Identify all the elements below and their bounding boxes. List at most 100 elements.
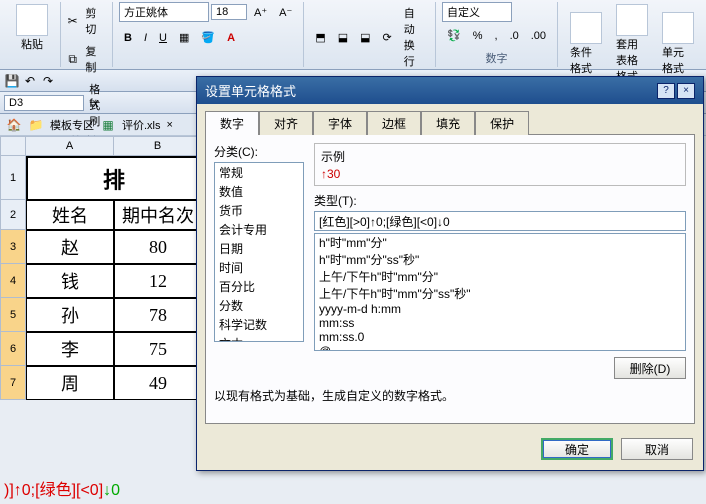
- type-option[interactable]: 上午/下午h"时"mm"分"ss"秒": [315, 285, 685, 302]
- ribbon: 粘贴 ✂剪切 ⧉复制 🖌格式刷 剪贴板 方正姚体 18 A⁺ A⁻ B I U …: [0, 0, 706, 70]
- paste-button[interactable]: 粘贴: [10, 2, 54, 54]
- number-group-label: 数字: [442, 49, 551, 67]
- italic-button[interactable]: I: [139, 29, 152, 47]
- tab-font[interactable]: 字体: [313, 111, 367, 135]
- type-input[interactable]: [314, 211, 686, 231]
- currency-button[interactable]: 💱: [442, 26, 466, 45]
- name-box[interactable]: D3: [4, 95, 84, 111]
- align-mid-button[interactable]: ⬓: [333, 28, 353, 47]
- tab-align[interactable]: 对齐: [259, 111, 313, 135]
- cell-format-button[interactable]: 单元格式: [656, 10, 700, 78]
- cell-a5[interactable]: 孙: [26, 298, 114, 332]
- cell-b4[interactable]: 12: [114, 264, 202, 298]
- border-button[interactable]: ▦: [174, 28, 194, 47]
- decrease-font-button[interactable]: A⁻: [274, 3, 297, 22]
- cell-a3[interactable]: 赵: [26, 230, 114, 264]
- excel-icon: ▦: [100, 117, 116, 133]
- cat-item[interactable]: 会计专用: [215, 220, 303, 239]
- orientation-button[interactable]: ⟳: [378, 28, 397, 47]
- type-option[interactable]: yyyy-m-d h:mm: [315, 302, 685, 316]
- dec-dec-button[interactable]: .00: [526, 27, 551, 45]
- cell-a6[interactable]: 李: [26, 332, 114, 366]
- delete-button[interactable]: 删除(D): [614, 357, 686, 379]
- cancel-button[interactable]: 取消: [621, 438, 693, 460]
- save-icon[interactable]: 💾: [4, 73, 20, 89]
- tab-file[interactable]: 评价.xls: [122, 117, 161, 133]
- type-option[interactable]: mm:ss: [315, 316, 685, 330]
- bold-button[interactable]: B: [119, 29, 137, 47]
- type-list[interactable]: h"时"mm"分" h"时"mm"分"ss"秒" 上午/下午h"时"mm"分" …: [314, 233, 686, 351]
- title-cell[interactable]: 排: [26, 156, 202, 200]
- tab-border[interactable]: 边框: [367, 111, 421, 135]
- percent-button[interactable]: %: [468, 27, 488, 45]
- type-option[interactable]: @: [315, 344, 685, 351]
- tab-fill[interactable]: 填充: [421, 111, 475, 135]
- type-option[interactable]: h"时"mm"分"ss"秒": [315, 251, 685, 268]
- help-button[interactable]: ?: [657, 83, 675, 99]
- row-header-2[interactable]: 2: [0, 200, 26, 230]
- cat-item[interactable]: 货币: [215, 201, 303, 220]
- header-rank[interactable]: 期中名次: [114, 200, 202, 230]
- number-format-select[interactable]: 自定义: [442, 2, 512, 22]
- cat-item[interactable]: 数值: [215, 182, 303, 201]
- row-header-7[interactable]: 7: [0, 366, 26, 400]
- type-option[interactable]: mm:ss.0: [315, 330, 685, 344]
- cell-a7[interactable]: 周: [26, 366, 114, 400]
- undo-icon[interactable]: ↶: [22, 73, 38, 89]
- table-format-button[interactable]: 套用表格格式: [610, 2, 654, 86]
- col-header-a[interactable]: A: [26, 136, 114, 156]
- cell-b6[interactable]: 75: [114, 332, 202, 366]
- cond-format-button[interactable]: 条件格式: [564, 10, 608, 78]
- row-header-4[interactable]: 4: [0, 264, 26, 298]
- cat-item[interactable]: 文本: [215, 334, 303, 342]
- font-name-select[interactable]: 方正姚体: [119, 2, 209, 22]
- row-header-1[interactable]: 1: [0, 156, 26, 200]
- underline-button[interactable]: U: [154, 29, 172, 47]
- type-label: 类型(T):: [314, 192, 686, 209]
- header-name[interactable]: 姓名: [26, 200, 114, 230]
- cat-item[interactable]: 百分比: [215, 277, 303, 296]
- col-header-b[interactable]: B: [114, 136, 202, 156]
- cat-item[interactable]: 科学记数: [215, 315, 303, 334]
- category-list[interactable]: 常规 数值 货币 会计专用 日期 时间 百分比 分数 科学记数 文本 特殊 自定…: [214, 162, 304, 342]
- tab-template[interactable]: 模板专区: [50, 117, 94, 133]
- ok-button[interactable]: 确定: [541, 438, 613, 460]
- folder-icon[interactable]: 📁: [28, 117, 44, 133]
- increase-font-button[interactable]: A⁺: [249, 3, 272, 22]
- formula-snippet: )]↑0;[绿色][<0]↓0: [4, 476, 120, 500]
- tab-protect[interactable]: 保护: [475, 111, 529, 135]
- redo-icon[interactable]: ↷: [40, 73, 56, 89]
- row-header-5[interactable]: 5: [0, 298, 26, 332]
- row-header-3[interactable]: 3: [0, 230, 26, 264]
- cat-item[interactable]: 时间: [215, 258, 303, 277]
- cell-b3[interactable]: 80: [114, 230, 202, 264]
- font-color-button[interactable]: A: [222, 29, 240, 47]
- cat-item[interactable]: 分数: [215, 296, 303, 315]
- fx-icon[interactable]: fx: [86, 95, 102, 111]
- home-icon[interactable]: 🏠: [6, 117, 22, 133]
- close-button[interactable]: ×: [677, 83, 695, 99]
- row-header-6[interactable]: 6: [0, 332, 26, 366]
- cell-b5[interactable]: 78: [114, 298, 202, 332]
- cut-button[interactable]: 剪切: [80, 2, 106, 40]
- cat-item[interactable]: 常规: [215, 163, 303, 182]
- inc-dec-button[interactable]: .0: [505, 27, 524, 45]
- fill-color-button[interactable]: 🪣: [196, 28, 220, 47]
- cell-b7[interactable]: 49: [114, 366, 202, 400]
- wrap-text-button[interactable]: 自动换行: [399, 2, 429, 72]
- tab-number[interactable]: 数字: [205, 111, 259, 135]
- cut-icon: ✂: [67, 13, 78, 29]
- comma-button[interactable]: ,: [490, 27, 503, 45]
- copy-icon: ⧉: [67, 51, 78, 67]
- copy-button[interactable]: 复制: [80, 40, 106, 78]
- cat-item[interactable]: 日期: [215, 239, 303, 258]
- type-option[interactable]: 上午/下午h"时"mm"分": [315, 268, 685, 285]
- align-bot-button[interactable]: ⬓: [355, 28, 375, 47]
- close-tab-icon[interactable]: ×: [167, 119, 173, 131]
- cell-a4[interactable]: 钱: [26, 264, 114, 298]
- font-size-select[interactable]: 18: [211, 4, 247, 20]
- align-top-button[interactable]: ⬒: [310, 28, 330, 47]
- select-all-corner[interactable]: [0, 136, 26, 156]
- type-option[interactable]: h"时"mm"分": [315, 234, 685, 251]
- category-label: 分类(C):: [214, 143, 304, 160]
